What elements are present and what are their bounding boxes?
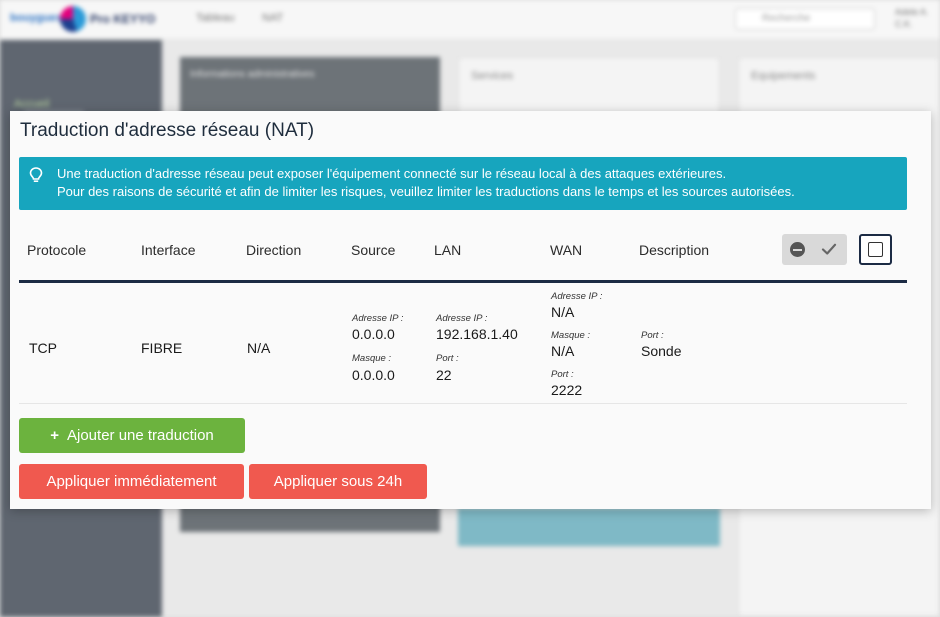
source-mask-value: 0.0.0.0 [352, 367, 395, 383]
add-translation-label: Ajouter une traduction [67, 427, 214, 444]
select-all-checkbox[interactable] [859, 234, 892, 265]
topbar-item-nat[interactable]: NAT [262, 12, 283, 24]
apply-now-button[interactable]: Appliquer immédiatement [19, 464, 244, 499]
user-menu[interactable]: Adele A. C.K. [895, 6, 929, 30]
source-ip-value: 0.0.0.0 [352, 326, 395, 342]
cell-direction: N/A [247, 340, 271, 356]
checkbox-icon [868, 242, 883, 257]
brand-bouygues: bouygues [10, 12, 62, 24]
wan-port-value: 2222 [551, 382, 583, 398]
apply-24h-button[interactable]: Appliquer sous 24h [249, 464, 427, 499]
lan-port-label: Port : [436, 353, 459, 364]
modal-title: Traduction d'adresse réseau (NAT) [20, 120, 315, 141]
services-chart-strip [458, 508, 720, 546]
security-alert: Une traduction d'adresse réseau peut exp… [19, 157, 907, 210]
column-header-wan: WAN [550, 242, 583, 258]
lan-port-value: 22 [436, 367, 452, 383]
bulk-action-group [782, 234, 847, 265]
source-ip-label: Adresse IP : [352, 313, 404, 324]
alert-line-1: Une traduction d'adresse réseau peut exp… [57, 166, 727, 181]
nat-modal: Traduction d'adresse réseau (NAT) Une tr… [10, 111, 931, 509]
column-header-protocole: Protocole [27, 242, 87, 258]
column-header-lan: LAN [434, 242, 462, 258]
alert-line-2: Pour des raisons de sécurité et afin de … [57, 184, 795, 199]
top-bar: bouygues Pro KEYYO Tableau NAT Recherche… [0, 0, 940, 40]
lan-ip-value: 192.168.1.40 [436, 326, 518, 342]
cell-interface: FIBRE [141, 340, 183, 356]
sidebar-item-accueil[interactable]: Accueil [14, 98, 49, 110]
table-header-divider [19, 280, 907, 283]
search-placeholder: Recherche [762, 13, 811, 24]
alert-message: Une traduction d'adresse réseau peut exp… [57, 165, 795, 201]
topbar-item-tableau[interactable]: Tableau [196, 12, 235, 24]
column-header-description: Description [639, 242, 710, 258]
brand-keyyo: Pro KEYYO [90, 12, 156, 26]
brand-logo-icon [60, 6, 86, 32]
add-translation-button[interactable]: + Ajouter une traduction [19, 418, 245, 453]
column-header-interface: Interface [141, 242, 196, 258]
check-icon[interactable] [820, 240, 838, 258]
source-mask-label: Masque : [352, 353, 392, 364]
wan-mask-label: Masque : [551, 330, 591, 341]
lan-ip-label: Adresse IP : [436, 313, 488, 324]
wan-port-label: Port : [551, 369, 574, 380]
description-port-value: Sonde [641, 343, 682, 359]
wan-ip-value: N/A [551, 304, 575, 320]
search-input[interactable]: Recherche [735, 8, 875, 30]
description-port-label: Port : [641, 330, 664, 341]
cell-protocole: TCP [29, 340, 57, 356]
minus-circle-icon[interactable] [790, 242, 805, 257]
wan-mask-value: N/A [551, 343, 575, 359]
column-header-source: Source [351, 242, 396, 258]
table-row-divider [19, 403, 907, 404]
column-header-direction: Direction [246, 242, 302, 258]
plus-icon: + [50, 427, 59, 444]
wan-ip-label: Adresse IP : [551, 291, 603, 302]
lightbulb-icon [29, 167, 43, 182]
